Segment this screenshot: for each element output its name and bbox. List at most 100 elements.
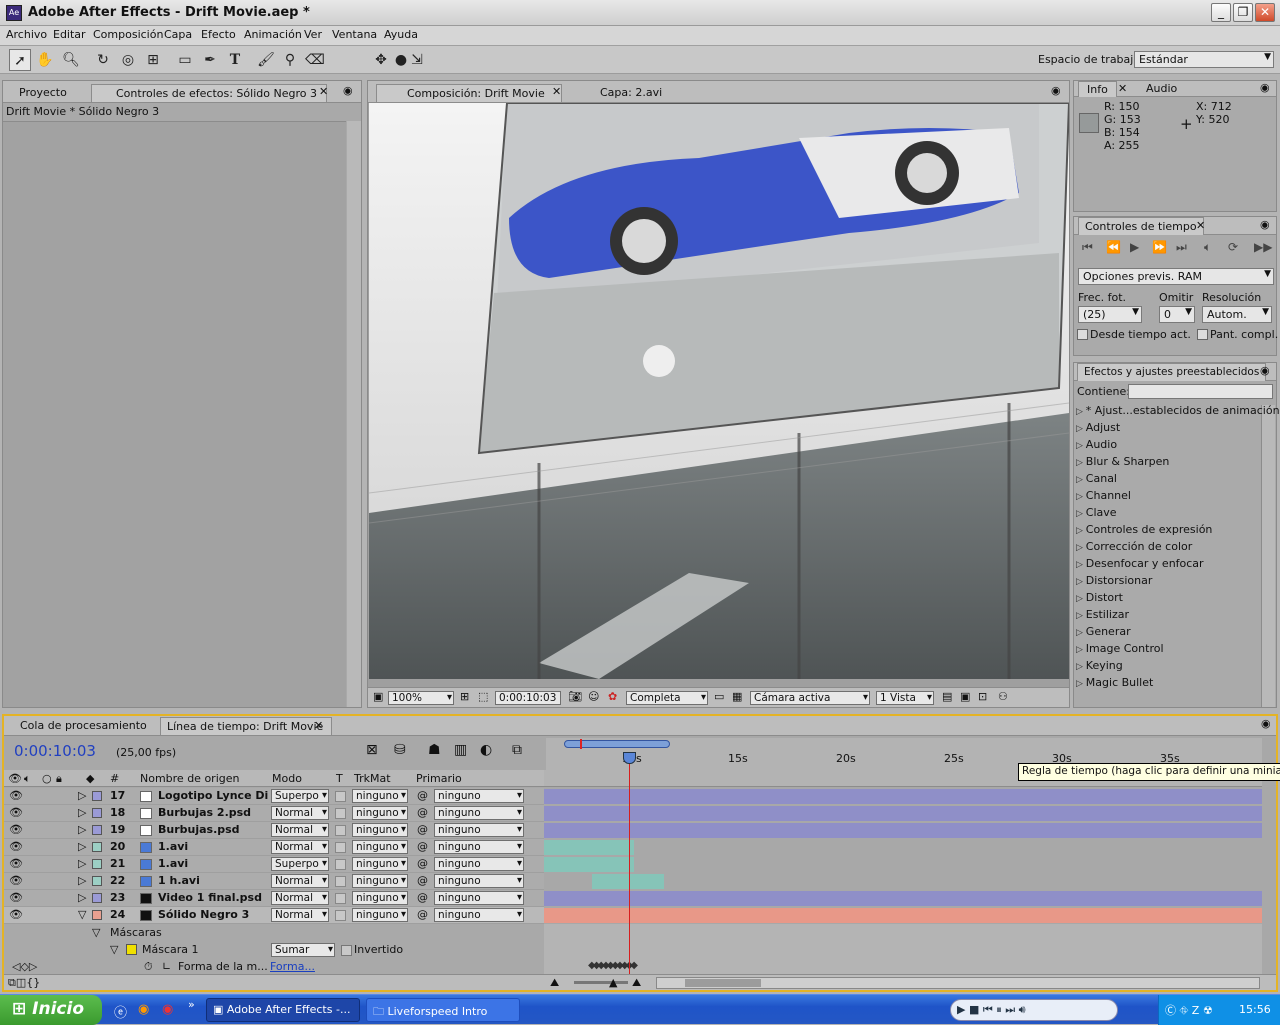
twirl-icon[interactable]: ▷ [78,823,86,836]
layer-duration-bar[interactable] [544,891,1262,906]
tab-effects-presets[interactable]: Efectos y ajustes preestablecidos [1077,363,1267,381]
label-color[interactable] [92,876,102,886]
toggle-pixel-aspect-icon[interactable]: ▤ [942,690,952,703]
twirl-icon[interactable]: ▷ [78,840,86,853]
selection-tool-icon[interactable]: ➚ [9,49,31,71]
menu-ver[interactable]: Ver [304,28,322,41]
loop-icon[interactable]: ⟳ [1228,240,1238,254]
firefox-icon[interactable]: ◉ [138,1002,149,1017]
panel-menu-icon[interactable]: ◉ [1260,81,1270,94]
mode-select[interactable]: Normal [271,908,329,922]
mask-mode-select[interactable]: Sumar [271,943,335,957]
panel-menu-icon[interactable]: ◉ [343,84,353,97]
effect-category-item[interactable]: Image Control [1076,642,1164,655]
scrollbar[interactable] [347,121,361,707]
brush-tool-icon[interactable]: 🖌︎ [255,49,277,71]
pickwhip-icon[interactable]: @ [417,806,428,819]
effect-category-item[interactable]: Adjust [1076,421,1120,434]
text-tool-icon[interactable]: T [224,49,246,71]
tab-render-queue[interactable]: Cola de procesamiento [14,717,153,735]
last-frame-icon[interactable]: ⏭ [1176,240,1187,255]
label-color[interactable] [92,893,102,903]
effect-category-item[interactable]: Blur & Sharpen [1076,455,1170,468]
mask-visibility-icon[interactable]: ⬚ [478,690,488,703]
mini-play-icon[interactable]: ▶ ■ ⏮ ⏸ ⏭ 🔊︎ [957,1003,1026,1017]
maximize-button[interactable]: ❐ [1233,3,1253,22]
mode-select[interactable]: Normal [271,823,329,837]
effect-category-item[interactable]: Desenfocar y enfocar [1076,557,1204,570]
effect-category-item[interactable]: * Ajust...establecidos de animación [1076,404,1280,417]
playhead-handle[interactable] [623,752,636,764]
effect-category-item[interactable]: Distorsionar [1076,574,1153,587]
pickwhip-icon[interactable]: @ [417,789,428,802]
effect-category-item[interactable]: Magic Bullet [1076,676,1154,689]
mode-select[interactable]: Normal [271,840,329,854]
play-icon[interactable]: ▶ [1130,240,1139,254]
trkmat-select[interactable]: ninguno [352,874,408,888]
eraser-tool-icon[interactable]: ⌫ [304,49,326,71]
trkmat-select[interactable]: ninguno [352,840,408,854]
layer-name[interactable]: Burbujas.psd [158,823,240,836]
menu-efecto[interactable]: Efecto [201,28,236,41]
parent-select[interactable]: ninguno [434,891,524,905]
orbit-camera-icon[interactable]: ◎ [117,49,139,71]
twirl-icon[interactable]: ▷ [78,806,86,819]
parent-select[interactable]: ninguno [434,823,524,837]
preserve-transparency-checkbox[interactable] [335,859,346,870]
ie-icon[interactable]: ⓔ [114,1002,127,1021]
mask-shape-link[interactable]: Forma... [270,960,315,973]
taskbar-folder[interactable]: 🗀︎ Liveforspeed Intro [366,998,520,1022]
snapshot-icon[interactable]: 📷︎ [568,690,582,703]
mode-select[interactable]: Normal [271,891,329,905]
label-color[interactable] [92,791,102,801]
channel-icon[interactable]: ✿ [608,690,617,703]
menu-archivo[interactable]: Archivo [6,28,47,41]
effect-category-item[interactable]: Generar [1076,625,1131,638]
mode-select[interactable]: Normal [271,874,329,888]
graph-editor-icon[interactable]: ⧉ [512,742,522,758]
keyframe-nav-icon[interactable]: ◁◇▷ [12,960,37,973]
hand-tool-icon[interactable]: ✋ [34,49,56,71]
preserve-transparency-checkbox[interactable] [335,791,346,802]
twirl-icon[interactable]: ▷ [78,874,86,887]
pickwhip-icon[interactable]: @ [417,874,428,887]
skip-select[interactable]: 0 ▼ [1159,306,1195,323]
parent-select[interactable]: ninguno [434,857,524,871]
hide-shy-layers-icon[interactable]: ▥ [454,742,467,758]
table-row[interactable]: 👁︎ ▷ 22 1 h.avi Normal ninguno @ ninguno [4,873,544,890]
from-current-checkbox[interactable] [1077,329,1088,340]
preserve-transparency-checkbox[interactable] [335,893,346,904]
h-scrollbar-thumb[interactable] [685,979,761,987]
twirl-down-icon[interactable]: ▽ [92,926,100,939]
twirl-icon[interactable]: ▷ [78,789,86,802]
layer-duration-bar[interactable] [544,806,1262,821]
preserve-transparency-checkbox[interactable] [335,910,346,921]
table-row[interactable]: 👁︎ ▷ 20 1.avi Normal ninguno @ ninguno [4,839,544,856]
eye-icon[interactable]: 👁︎ [9,806,23,819]
effect-category-item[interactable]: Audio [1076,438,1117,451]
twirl-down-icon[interactable]: ▽ [110,943,118,956]
label-color[interactable] [92,859,102,869]
eye-icon[interactable]: 👁︎ [9,874,23,887]
draft-3d-icon[interactable]: ☗ [428,742,441,758]
layer-name[interactable]: Sólido Negro 3 [158,908,249,921]
table-row[interactable]: 👁︎ ▷ 17 Logotipo Lynce Di Superpo ninguno @ nin… [4,788,544,805]
table-row[interactable]: 👁︎ ▷ 21 1.avi Superpo ninguno @ ninguno [4,856,544,873]
layer-name[interactable]: 1 h.avi [158,874,200,887]
effect-category-item[interactable]: Controles de expresión [1076,523,1213,536]
tray-icons[interactable]: Ⓒ ⛗ Z ☢ [1165,1002,1213,1018]
mode-select[interactable]: Superpo [271,857,329,871]
views-select[interactable]: 1 Vista [876,691,934,705]
close-icon[interactable]: ✕ [1196,219,1205,232]
ram-preview-icon[interactable]: ▶▶ [1254,240,1272,254]
transparency-grid-icon[interactable]: ▦ [732,690,742,703]
minimize-button[interactable]: _ [1211,3,1231,22]
zoom-select[interactable]: 100% [388,691,454,705]
tab-time-controls[interactable]: Controles de tiempo [1078,217,1204,235]
label-color[interactable] [92,842,102,852]
effect-category-item[interactable]: Distort [1076,591,1123,604]
rotate-tool-icon[interactable]: ↻ [92,49,114,71]
eye-icon[interactable]: 👁︎ [9,823,23,836]
eye-icon[interactable]: 👁︎ [9,908,23,921]
mode-select[interactable]: Superpo [271,789,329,803]
